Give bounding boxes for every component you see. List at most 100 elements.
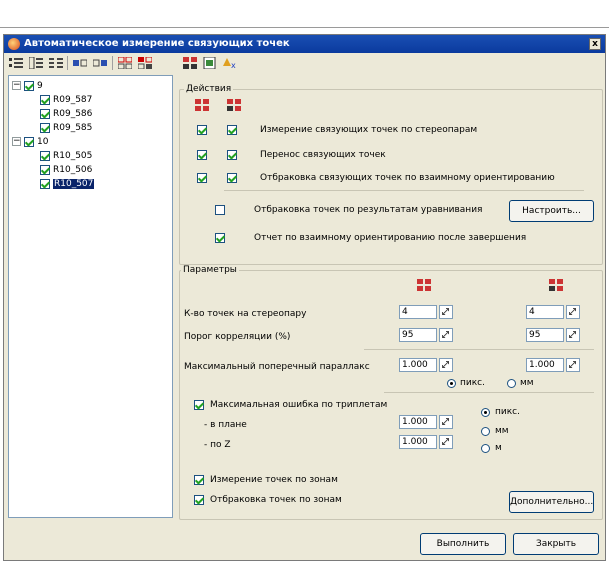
transfer-left-checkbox[interactable]	[197, 150, 207, 160]
z-input[interactable]: 1.000	[399, 435, 437, 449]
divider	[384, 392, 594, 393]
triplet-checkbox[interactable]	[194, 400, 204, 410]
triplet-unit-pix: пикс.	[481, 407, 520, 417]
zone-measure-checkbox[interactable]	[194, 475, 204, 485]
divider	[224, 190, 584, 191]
configure-button[interactable]: Настроить...	[509, 200, 594, 222]
triplet-m-label: м	[495, 443, 502, 453]
adjustment-checkbox[interactable]	[215, 205, 225, 215]
item-checkbox[interactable]	[40, 150, 50, 161]
triplet-pix-radio[interactable]	[481, 407, 490, 417]
plan-input[interactable]: 1.000	[399, 415, 437, 429]
triplet-pix-label: пикс.	[495, 407, 520, 417]
report-icon[interactable]	[202, 56, 218, 70]
collapse-icon[interactable]: −	[12, 137, 21, 146]
tree-item-r10-506[interactable]: R10_506	[40, 163, 92, 176]
images-icon[interactable]	[182, 56, 198, 70]
item-checkbox[interactable]	[40, 94, 50, 105]
item-checkbox[interactable]	[40, 122, 50, 133]
plan-spinner-icon[interactable]	[439, 415, 453, 429]
unit-pix-radio[interactable]	[447, 378, 456, 388]
divider	[364, 349, 594, 350]
tree-collapse-icon[interactable]	[28, 56, 44, 70]
points-left-input[interactable]: 4	[399, 305, 437, 319]
action-row-adjustment: Отбраковка точек по результатам уравнива…	[215, 205, 482, 215]
app-icon	[8, 38, 20, 50]
group-label: 9	[37, 80, 43, 91]
stereo-transfer-icon	[227, 99, 241, 111]
run-button[interactable]: Выполнить	[420, 533, 506, 555]
right-stereo-icon	[549, 279, 563, 291]
collapse-icon[interactable]: −	[12, 81, 21, 90]
clear-points-icon[interactable]: x	[222, 56, 238, 70]
reject-label: Отбраковка связующих точек по взаимному …	[260, 173, 555, 183]
triplet-label: Максимальная ошибка по триплетам	[210, 400, 388, 410]
tree-item-r10-507[interactable]: R10_507	[40, 177, 95, 190]
action-row-reject: Отбраковка связующих точек по взаимному …	[197, 173, 555, 183]
parallax-left-spinner-icon[interactable]	[439, 358, 453, 372]
parallax-label: Максимальный поперечный параллакс	[184, 362, 370, 372]
tree-group-9[interactable]: − 9	[12, 79, 43, 92]
item-label: R09_587	[53, 94, 93, 105]
points-right-spinner-icon[interactable]	[566, 305, 580, 319]
transfer-label: Перенос связующих точек	[260, 150, 386, 160]
triplet-mm-radio[interactable]	[481, 426, 490, 436]
tree-item-r09-587[interactable]: R09_587	[40, 93, 92, 106]
measure-right-checkbox[interactable]	[227, 125, 237, 135]
tree-item-r09-586[interactable]: R09_586	[40, 107, 92, 120]
left-stereo-icon	[417, 279, 431, 291]
action-row-report: Отчет по взаимному ориентированию после …	[215, 233, 526, 243]
reject-right-checkbox[interactable]	[227, 173, 237, 183]
title-bar: Автоматическое измерение связующих точек…	[4, 35, 605, 53]
tree-item-r10-505[interactable]: R10_505	[40, 149, 92, 162]
report-checkbox[interactable]	[215, 233, 225, 243]
item-checkbox[interactable]	[40, 178, 50, 189]
item-checkbox[interactable]	[40, 108, 50, 119]
corr-left-input[interactable]: 95	[399, 328, 437, 342]
item-label: R10_506	[53, 164, 93, 175]
more-button[interactable]: Дополнительно...	[509, 491, 594, 513]
unit-mm-radio[interactable]	[506, 378, 516, 388]
parallax-right-input[interactable]: 1.000	[526, 358, 564, 372]
reject-left-checkbox[interactable]	[197, 173, 207, 183]
parallax-right-spinner-icon[interactable]	[566, 358, 580, 372]
stereo-pair-alt-icon[interactable]	[137, 56, 153, 70]
group-label: 10	[37, 136, 49, 147]
top-divider	[0, 27, 609, 28]
stereo-pair-icon[interactable]	[117, 56, 133, 70]
parallax-left-input[interactable]: 1.000	[399, 358, 437, 372]
select-left-icon[interactable]	[72, 56, 88, 70]
group-checkbox[interactable]	[24, 80, 34, 91]
unit-pix-label: пикс.	[460, 378, 485, 388]
item-label-selected: R10_507	[53, 178, 95, 189]
corr-right-spinner-icon[interactable]	[566, 328, 580, 342]
tree-item-r09-585[interactable]: R09_585	[40, 121, 92, 134]
z-label: - по Z	[204, 440, 231, 450]
z-spinner-icon[interactable]	[439, 435, 453, 449]
tree-expand-icon[interactable]	[8, 56, 24, 70]
corr-left-spinner-icon[interactable]	[439, 328, 453, 342]
triplet-m-radio[interactable]	[481, 443, 490, 453]
tree-group-10[interactable]: − 10	[12, 135, 48, 148]
triplet-row: Максимальная ошибка по триплетам	[194, 400, 387, 410]
transfer-right-checkbox[interactable]	[227, 150, 237, 160]
triplet-mm-label: мм	[495, 426, 509, 436]
select-right-icon[interactable]	[92, 56, 108, 70]
triplet-unit-m: м	[481, 443, 502, 453]
tie-points-dialog: Автоматическое измерение связующих точек…	[3, 34, 606, 561]
corr-right-input[interactable]: 95	[526, 328, 564, 342]
item-label: R09_585	[53, 122, 93, 133]
tree-list-icon[interactable]	[48, 56, 64, 70]
close-dialog-button[interactable]: Закрыть	[513, 533, 599, 555]
close-button[interactable]: x	[589, 38, 601, 50]
toolbar-separator	[112, 56, 113, 70]
item-checkbox[interactable]	[40, 164, 50, 175]
zone-reject-checkbox[interactable]	[194, 495, 204, 505]
points-right-input[interactable]: 4	[526, 305, 564, 319]
group-checkbox[interactable]	[24, 136, 34, 147]
image-tree[interactable]: − 9 R09_587 R09_586 R09_585 − 10 R10_505…	[8, 75, 173, 518]
points-left-spinner-icon[interactable]	[439, 305, 453, 319]
measure-left-checkbox[interactable]	[197, 125, 207, 135]
unit-mm-label: мм	[519, 378, 534, 388]
zone-measure-row: Измерение точек по зонам	[194, 475, 338, 485]
